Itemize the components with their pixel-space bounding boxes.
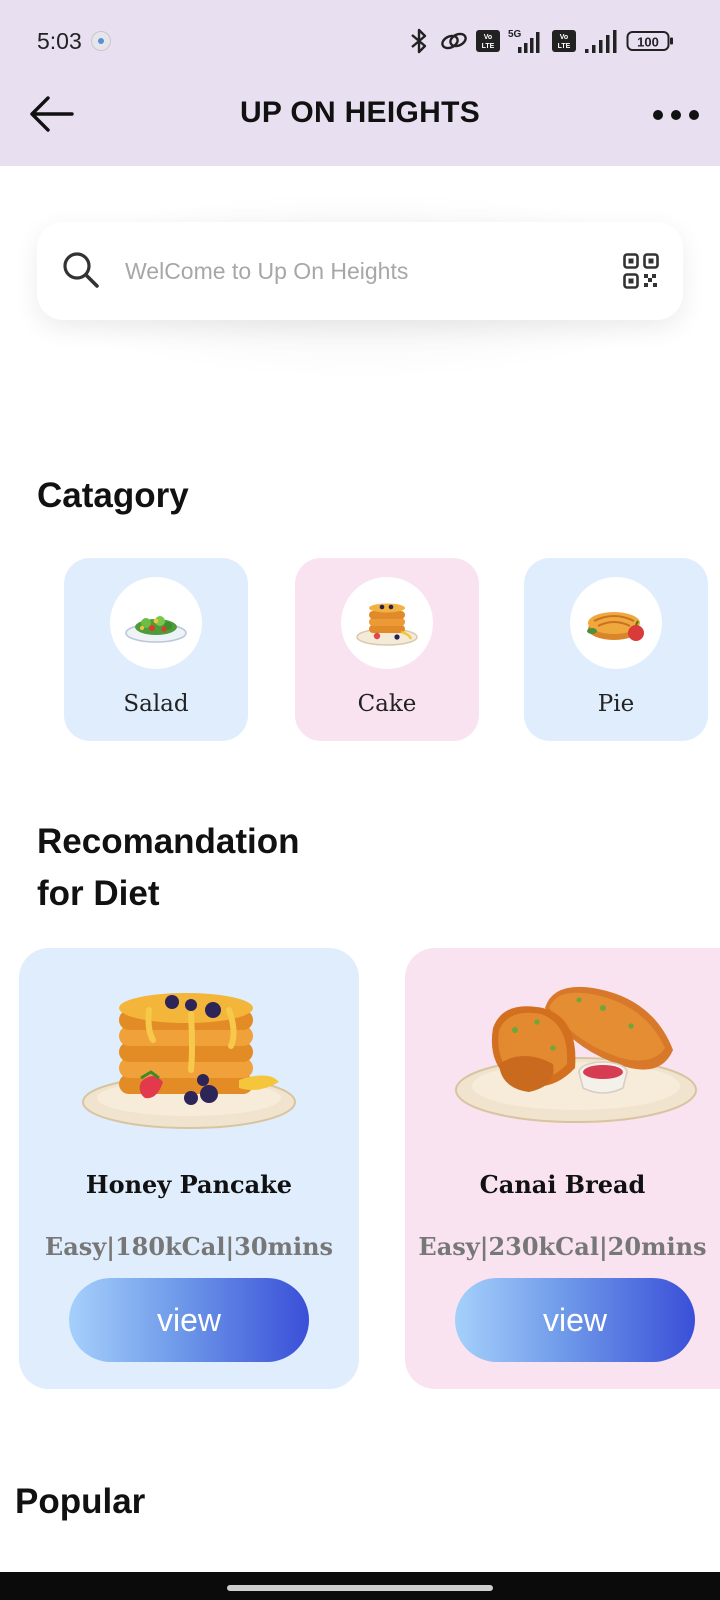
category-label: Cake [357, 691, 417, 717]
volte-icon: Vo LTE [476, 30, 500, 52]
volte-icon: Vo LTE [552, 30, 576, 52]
status-time: 5:03 [37, 28, 82, 54]
app-header: 5:03 Vo LTE 5G Vo LTE 100 UP ON HEIGHTS [0, 0, 720, 166]
recommendation-title-line1: Recomandation [37, 822, 300, 861]
recipe-meta: Easy|230kCal|20mins [418, 1232, 707, 1261]
category-image [570, 577, 662, 669]
page-title: UP ON HEIGHTS [239, 96, 481, 129]
popular-title: Popular [15, 1482, 146, 1521]
salad-icon [125, 616, 187, 643]
svg-text:LTE: LTE [482, 43, 495, 50]
recipe-card-honey-pancake[interactable]: Honey Pancake Easy|180kCal|30mins view [19, 948, 359, 1389]
pancake-icon [356, 603, 418, 646]
system-nav-bar [0, 1572, 720, 1600]
svg-text:100: 100 [637, 35, 659, 50]
recommendation-title-line2: for Diet [37, 874, 160, 913]
status-icons: Vo LTE 5G Vo LTE 100 [406, 26, 674, 56]
category-label: Pie [597, 691, 635, 717]
svg-text:LTE: LTE [558, 43, 571, 50]
recipe-name: Canai Bread [479, 1170, 646, 1199]
more-dots-icon [653, 110, 699, 120]
category-image [341, 577, 433, 669]
recipe-meta: Easy|180kCal|30mins [44, 1232, 334, 1261]
recipe-card-canai-bread[interactable]: Canai Bread Easy|230kCal|20mins view [405, 948, 720, 1389]
svg-text:Vo: Vo [484, 34, 492, 41]
category-image [110, 577, 202, 669]
bluetooth-icon [411, 28, 427, 54]
canai-bread-image [455, 986, 697, 1123]
category-card-salad[interactable]: Salad [64, 558, 248, 741]
more-options-button[interactable] [650, 100, 702, 130]
svg-text:5G: 5G [508, 29, 522, 40]
category-label: Salad [123, 691, 189, 717]
battery-icon: 100 [626, 31, 673, 51]
view-button[interactable]: view [69, 1278, 309, 1362]
category-card-cake[interactable]: Cake [295, 558, 479, 741]
notification-icon [91, 31, 111, 51]
view-button[interactable]: view [455, 1278, 695, 1362]
pie-icon [587, 612, 644, 641]
recipe-name: Honey Pancake [85, 1170, 293, 1199]
home-gesture-handle[interactable] [227, 1585, 493, 1591]
qr-code-icon[interactable] [623, 253, 659, 289]
link-icon [441, 32, 467, 50]
search-bar[interactable]: WelCome to Up On Heights [37, 222, 683, 320]
search-icon [63, 252, 99, 288]
category-title: Catagory [37, 476, 189, 515]
honey-pancake-image [82, 993, 296, 1129]
category-card-pie[interactable]: Pie [524, 558, 708, 741]
svg-text:Vo: Vo [560, 34, 568, 41]
5g-signal-icon: 5G [508, 29, 540, 53]
search-input[interactable]: WelCome to Up On Heights [125, 258, 408, 285]
signal-icon [585, 30, 617, 53]
